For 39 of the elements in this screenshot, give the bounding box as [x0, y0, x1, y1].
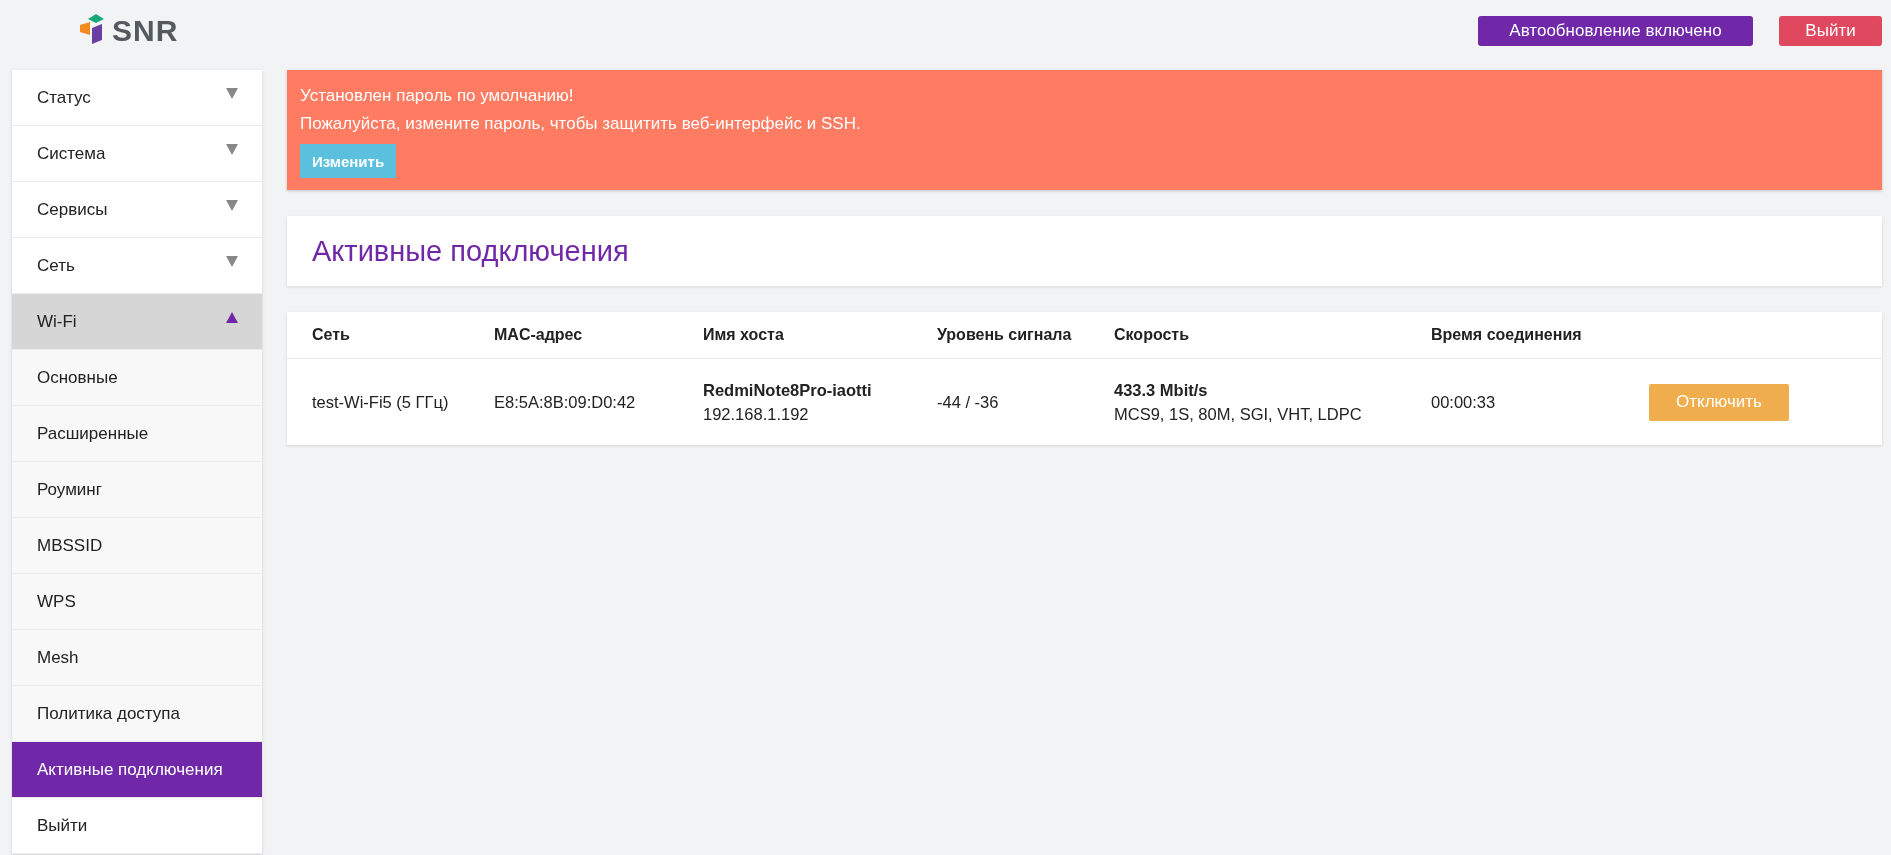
- submenu-item[interactable]: MBSSID: [12, 518, 262, 574]
- collapse-arrow-icon: [226, 312, 238, 323]
- expand-arrow-icon: [226, 88, 238, 99]
- rate-text: 433.3 Mbit/s: [1114, 380, 1209, 401]
- logout-button[interactable]: Выйти: [1779, 16, 1882, 46]
- table-cell-text: -44 / -36: [937, 392, 1000, 413]
- expand-arrow-icon: [226, 256, 238, 267]
- column-header: Уровень сигнала: [937, 326, 1072, 343]
- column-header: Скорость: [1114, 326, 1190, 343]
- submenu-item[interactable]: Mesh: [12, 630, 262, 686]
- column-header: Время соединения: [1431, 326, 1582, 343]
- sidebar-item[interactable]: Выйти: [12, 798, 262, 854]
- sidebar-item[interactable]: Статус: [12, 70, 262, 126]
- column-header: MAC-адрес: [494, 326, 583, 343]
- rate-details-text: MCS9, 1S, 80M, SGI, VHT, LDPC: [1114, 404, 1363, 425]
- table-cell-text: E8:5A:8B:09:D0:42: [494, 392, 637, 413]
- submenu-item[interactable]: Основные: [12, 350, 262, 406]
- submenu-item[interactable]: Роуминг: [12, 462, 262, 518]
- sidebar-item[interactable]: Сервисы: [12, 182, 262, 238]
- sidebar-item[interactable]: Wi-Fi: [12, 294, 262, 350]
- submenu-item[interactable]: WPS: [12, 574, 262, 630]
- column-header: Сеть: [312, 326, 350, 343]
- submenu-item[interactable]: Политика доступа: [12, 686, 262, 742]
- submenu-item[interactable]: Расширенные: [12, 406, 262, 462]
- autoupdate-button[interactable]: Автообновление включено: [1478, 16, 1753, 46]
- expand-arrow-icon: [226, 144, 238, 155]
- column-header: Имя хоста: [703, 326, 784, 343]
- ip-text: 192.168.1.192: [703, 404, 810, 425]
- table-cell-text: 00:00:33: [1431, 392, 1497, 413]
- table-cell-text: test-Wi-Fi5 (5 ГГц): [312, 392, 450, 413]
- submenu-item[interactable]: Активные подключения: [12, 742, 262, 798]
- alert-text: Установлен пароль по умолчанию!: [300, 85, 575, 107]
- sidebar-item[interactable]: Система: [12, 126, 262, 182]
- logo-text: SNR: [112, 14, 179, 48]
- page-title: Активные подключения: [312, 234, 629, 268]
- sidebar-item[interactable]: Сеть: [12, 238, 262, 294]
- hostname-text: RedmiNote8Pro-iaotti: [703, 380, 873, 401]
- alert-text: Пожалуйста, измените пароль, чтобы защитить веб-интерфейс и SSH.: [300, 113, 862, 135]
- expand-arrow-icon: [226, 200, 238, 211]
